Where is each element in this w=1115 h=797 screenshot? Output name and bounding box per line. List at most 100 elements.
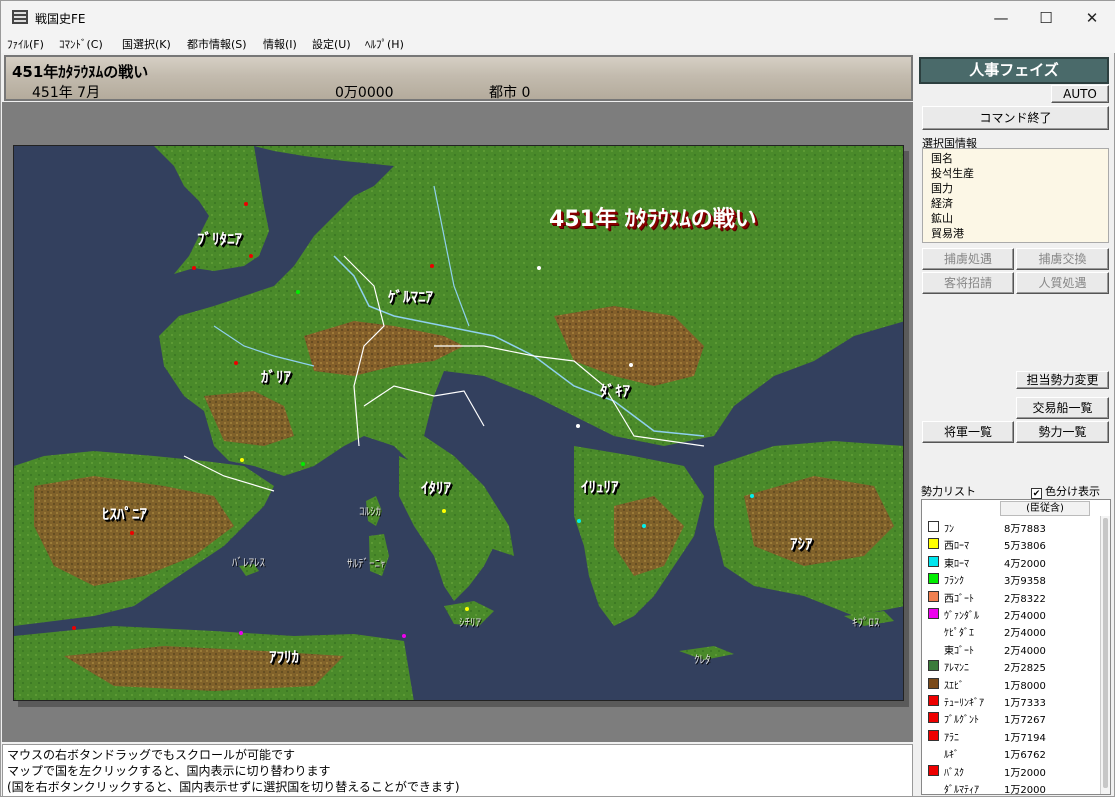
app-window: 戦国史FE — ☐ ✕ ﾌｧｲﾙ(F) ｺﾏﾝﾄﾞ(C) 国選択(K) 都市情報… — [0, 0, 1115, 797]
faction-row[interactable]: 東ﾛｰﾏ 4万2000 — [926, 553, 1096, 570]
forces-list-button[interactable]: 勢力一覧 — [1016, 421, 1109, 443]
scenario-header: 451年ｶﾀﾗｳﾇﾑの戦い 451年 7月 0万0000 都市 0 — [4, 55, 913, 101]
faction-name: 西ﾛｰﾏ — [944, 541, 969, 553]
faction-name: ｱﾗﾆ — [944, 732, 959, 744]
faction-strength: 2万4000 — [1004, 611, 1046, 622]
title-bar: 戦国史FE — ☐ ✕ — [1, 1, 1115, 34]
menu-bar: ﾌｧｲﾙ(F) ｺﾏﾝﾄﾞ(C) 国選択(K) 都市情報(S) 情報(I) 設定… — [1, 34, 1115, 53]
faction-color-swatch — [928, 608, 939, 619]
message-line: (国を右ボタンクリックすると、国内表示せずに選択国を切り替えることができます) — [7, 780, 460, 794]
faction-row[interactable]: ﾙｷﾞ 1万6762 — [926, 744, 1096, 761]
faction-row[interactable]: 西ﾛｰﾏ 5万3806 — [926, 535, 1096, 552]
command-panel: 人事フェイズ AUTO コマンド終了 選択国情報 国名 投석生産 国力 経済 鉱… — [915, 55, 1113, 797]
app-icon — [12, 10, 28, 24]
faction-strength: 1万7333 — [1004, 698, 1046, 709]
check-icon: ✔ — [1031, 488, 1042, 499]
europe-map[interactable]: 451年 ｶﾀﾗｳﾇﾑの戦い ﾌﾞﾘﾀﾆｱ ｹﾞﾙﾏﾆｱ ｶﾞﾘｱ ﾀﾞｷｱ ﾋ… — [13, 145, 904, 701]
faction-color-swatch — [928, 590, 939, 602]
region-italia[interactable]: ｲﾀﾘｱ — [421, 477, 451, 498]
faction-row[interactable]: ﾊﾞｽｸ 1万2000 — [926, 762, 1096, 779]
region-asia[interactable]: ｱｼｱ — [790, 533, 813, 554]
treasury-value: 0万0000 — [335, 85, 394, 101]
faction-row[interactable]: ｱﾗﾆ 1万7194 — [926, 727, 1096, 744]
island-creta: ｸﾚﾀ — [694, 653, 711, 666]
maximize-button[interactable]: ☐ — [1023, 1, 1069, 34]
auto-button[interactable]: AUTO — [1051, 85, 1109, 103]
generals-list-button[interactable]: 将軍一覧 — [922, 421, 1014, 443]
faction-name: ﾌﾝ — [944, 524, 954, 535]
faction-row[interactable]: ﾌﾗﾝｸ 3万9358 — [926, 570, 1096, 587]
faction-row[interactable]: ﾃｭｰﾘﾝｷﾞｱ 1万7333 — [926, 692, 1096, 709]
faction-row[interactable]: 西ｺﾞｰﾄ 2万8322 — [926, 588, 1096, 605]
faction-row[interactable]: ｳﾞｧﾝﾀﾞﾙ 2万4000 — [926, 605, 1096, 622]
info-line: 国名 — [931, 152, 953, 165]
map-viewport[interactable]: 451年 ｶﾀﾗｳﾇﾑの戦い ﾌﾞﾘﾀﾆｱ ｹﾞﾙﾏﾆｱ ｶﾞﾘｱ ﾀﾞｷｱ ﾋ… — [2, 102, 913, 742]
scrollbar-thumb[interactable] — [1103, 518, 1108, 788]
faction-strength: 1万7194 — [1004, 732, 1046, 744]
selected-country-info: 国名 投석生産 国力 経済 鉱山 貿易港 — [922, 148, 1109, 243]
faction-color-swatch — [928, 677, 939, 689]
faction-strength: 1万8000 — [1004, 680, 1046, 692]
faction-color-swatch — [928, 555, 939, 567]
menu-settings[interactable]: 設定(U) — [312, 36, 351, 52]
faction-color-swatch — [928, 695, 939, 706]
faction-list[interactable]: (臣従含) ﾌﾝ 8万7883 西ﾛｰﾏ 5万3806 東ﾛｰﾏ 4万2000 ﾌﾗﾝｸ 3万… — [921, 499, 1111, 795]
color-toggle-checkbox[interactable]: ✔ 色分け表示 — [1031, 483, 1100, 499]
window-title: 戦国史FE — [35, 12, 86, 26]
change-faction-button[interactable]: 担当勢力変更 — [1016, 371, 1109, 389]
region-britannia[interactable]: ﾌﾞﾘﾀﾆｱ — [197, 228, 242, 249]
region-hispania[interactable]: ﾋｽﾊﾟﾆｱ — [102, 503, 147, 524]
region-dacia[interactable]: ﾀﾞｷｱ — [600, 380, 630, 401]
region-gallia[interactable]: ｶﾞﾘｱ — [261, 366, 291, 387]
faction-name: ｹﾋﾟﾀﾞｴ — [944, 628, 974, 640]
faction-name: ﾙｷﾞ — [944, 750, 959, 762]
faction-strength: 4万2000 — [1004, 558, 1046, 570]
faction-list-header: (臣従含) — [1000, 501, 1090, 516]
city-count: 都市 0 — [489, 85, 531, 101]
end-command-button[interactable]: コマンド終了 — [922, 106, 1109, 130]
scenario-title: 451年ｶﾀﾗｳﾇﾑの戦い — [12, 63, 149, 81]
faction-name: ｽｴﾋﾞ — [944, 680, 964, 692]
faction-name: 東ﾛｰﾏ — [944, 558, 969, 570]
color-toggle-label: 色分け表示 — [1045, 485, 1100, 498]
menu-select-country[interactable]: 国選択(K) — [122, 36, 171, 52]
faction-strength: 5万3806 — [1004, 541, 1046, 553]
faction-color-swatch — [928, 764, 939, 776]
region-germania[interactable]: ｹﾞﾙﾏﾆｱ — [388, 286, 433, 307]
faction-row[interactable]: ﾌﾝ 8万7883 — [926, 518, 1096, 535]
menu-help[interactable]: ﾍﾙﾌﾟ(H) — [365, 36, 404, 52]
island-sicilia: ｼﾁﾘｱ — [459, 616, 481, 629]
faction-row[interactable]: ｽｴﾋﾞ 1万8000 — [926, 675, 1096, 692]
faction-row[interactable]: ﾀﾞﾙﾏﾃｨｱ 1万2000 — [926, 779, 1096, 794]
faction-name: ﾊﾞｽｸ — [944, 767, 964, 779]
region-africa[interactable]: ｱﾌﾘｶ — [269, 646, 299, 667]
faction-name: ﾌﾗﾝｸ — [944, 576, 964, 588]
minimize-button[interactable]: — — [978, 1, 1024, 34]
prisoner-treatment-button[interactable]: 捕虜処遇 — [922, 248, 1014, 270]
hostage-button[interactable]: 人質処遇 — [1016, 272, 1109, 294]
faction-name: ｱﾚﾏﾝﾆ — [944, 663, 969, 675]
menu-info[interactable]: 情報(I) — [263, 36, 297, 52]
menu-command[interactable]: ｺﾏﾝﾄﾞ(C) — [59, 36, 103, 52]
menu-file[interactable]: ﾌｧｲﾙ(F) — [7, 36, 44, 52]
guest-general-button[interactable]: 客将招請 — [922, 272, 1014, 294]
faction-row[interactable]: 東ｺﾞｰﾄ 2万4000 — [926, 640, 1096, 657]
faction-list-scrollbar[interactable] — [1100, 516, 1110, 794]
region-illyria[interactable]: ｲﾘｭﾘｱ — [581, 476, 619, 497]
menu-city-info[interactable]: 都市情報(S) — [187, 36, 247, 52]
faction-list-label: 勢力リスト — [921, 485, 976, 498]
prisoner-exchange-button[interactable]: 捕虜交換 — [1016, 248, 1109, 270]
island-sardinia: ｻﾙﾃﾞｰﾆｬ — [347, 557, 386, 570]
faction-strength: 2万4000 — [1004, 645, 1046, 657]
faction-name: 西ｺﾞｰﾄ — [944, 593, 974, 605]
faction-row[interactable]: ﾌﾞﾙｸﾞﾝﾄ 1万7267 — [926, 709, 1096, 726]
faction-row[interactable]: ｹﾋﾟﾀﾞｴ 2万4000 — [926, 622, 1096, 639]
faction-name: ﾌﾞﾙｸﾞﾝﾄ — [944, 715, 979, 727]
faction-row[interactable]: ｱﾚﾏﾝﾆ 2万2825 — [926, 657, 1096, 674]
trade-ships-button[interactable]: 交易船一覧 — [1016, 397, 1109, 419]
info-line: 貿易港 — [931, 227, 964, 240]
current-date: 451年 7月 — [32, 85, 101, 101]
close-button[interactable]: ✕ — [1069, 1, 1115, 34]
island-baleares: ﾊﾞﾚｱﾚｽ — [232, 556, 265, 569]
faction-color-swatch — [928, 521, 939, 532]
